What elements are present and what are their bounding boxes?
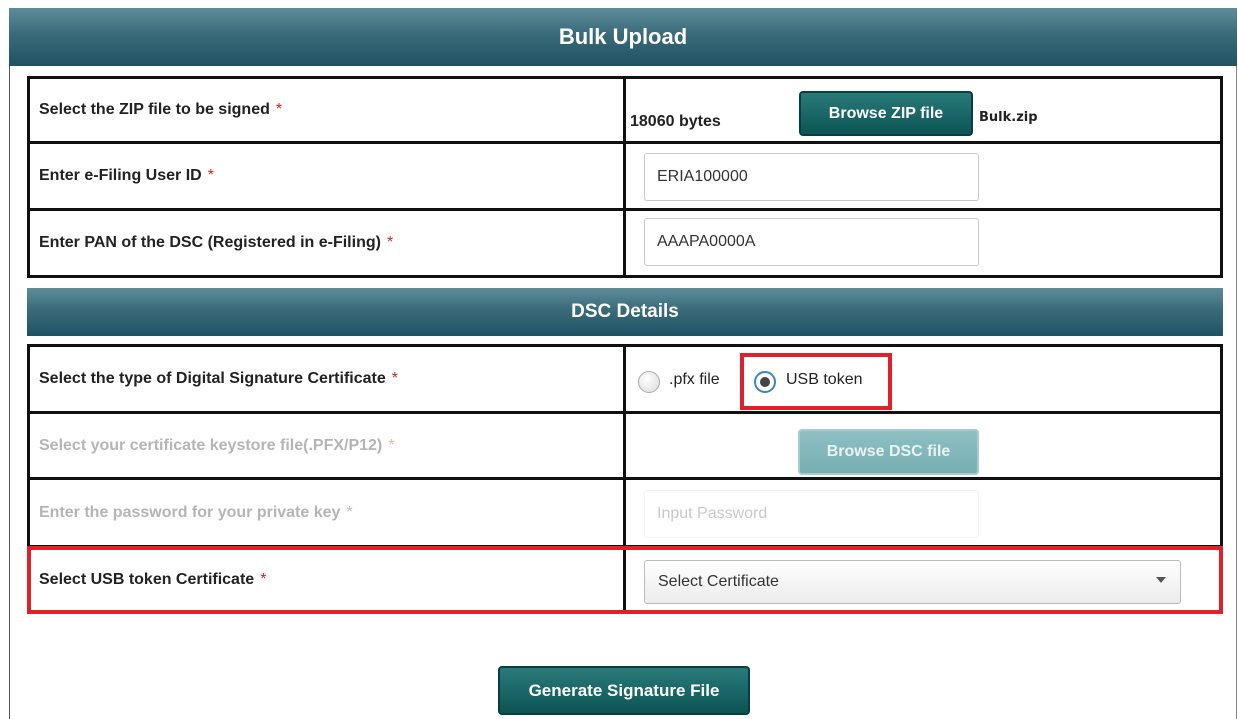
zip-file-row: Select the ZIP file to be signed * 18060… (27, 76, 1223, 144)
zip-file-label-cell: Select the ZIP file to be signed * (27, 76, 626, 144)
pan-input[interactable]: AAAPA0000A (644, 218, 979, 266)
required-marker: * (386, 234, 394, 251)
user-id-input[interactable]: ERIA100000 (644, 153, 979, 201)
password-label-cell: Enter the password for your private key … (27, 477, 626, 548)
dsc-type-label-cell: Select the type of Digital Signature Cer… (27, 344, 626, 414)
zip-file-size: 18060 bytes (630, 113, 721, 130)
pan-label-cell: Enter PAN of the DSC (Registered in e-Fi… (27, 208, 626, 278)
generate-signature-button[interactable]: Generate Signature File (498, 666, 750, 715)
password-input[interactable]: Input Password (644, 490, 979, 538)
keystore-label: Select your certificate keystore file(.P… (39, 436, 383, 454)
password-control-cell: Input Password (623, 477, 1223, 548)
required-marker: * (391, 370, 398, 387)
dsc-details-title: DSC Details (571, 301, 679, 322)
password-label: Enter the password for your private key (39, 503, 341, 521)
usb-certificate-highlight (27, 546, 1223, 614)
pan-row: Enter PAN of the DSC (Registered in e-Fi… (27, 208, 1223, 278)
pfx-radio-label[interactable]: .pfx file (669, 371, 720, 389)
browse-dsc-button[interactable]: Browse DSC file (798, 429, 979, 475)
dsc-type-control-cell: .pfx file USB token (623, 344, 1223, 414)
keystore-label-cell: Select your certificate keystore file(.P… (27, 411, 626, 480)
upload-form-table: Select the ZIP file to be signed * 18060… (27, 76, 1223, 278)
keystore-row: Select your certificate keystore file(.P… (27, 411, 1223, 480)
keystore-control-cell: Browse DSC file (623, 411, 1223, 480)
zip-file-control-cell: 18060 bytes Browse ZIP file Bulk.zip (623, 76, 1223, 144)
password-row: Enter the password for your private key … (27, 477, 1223, 548)
page-title: Bulk Upload (558, 24, 688, 49)
zip-file-name: Bulk.zip (979, 110, 1038, 125)
user-id-label-cell: Enter e-Filing User ID * (27, 141, 626, 211)
bulk-upload-header: Bulk Upload (9, 8, 1237, 66)
required-marker: * (275, 101, 283, 118)
pan-control-cell: AAAPA0000A (623, 208, 1223, 278)
usb-token-highlight (740, 353, 892, 410)
required-marker: * (388, 436, 395, 454)
pfx-radio[interactable] (638, 371, 660, 393)
dsc-type-label: Select the type of Digital Signature Cer… (39, 370, 386, 387)
user-id-label: Enter e-Filing User ID (39, 167, 202, 184)
user-id-row: Enter e-Filing User ID * ERIA100000 (27, 141, 1223, 211)
browse-zip-button[interactable]: Browse ZIP file (799, 91, 973, 136)
required-marker: * (207, 167, 214, 184)
zip-file-label: Select the ZIP file to be signed (39, 101, 270, 118)
dsc-details-header: DSC Details (27, 288, 1223, 336)
dsc-type-row: Select the type of Digital Signature Cer… (27, 344, 1223, 414)
pan-label: Enter PAN of the DSC (Registered in e-Fi… (39, 234, 381, 251)
required-marker: * (346, 503, 353, 521)
user-id-control-cell: ERIA100000 (623, 141, 1223, 211)
